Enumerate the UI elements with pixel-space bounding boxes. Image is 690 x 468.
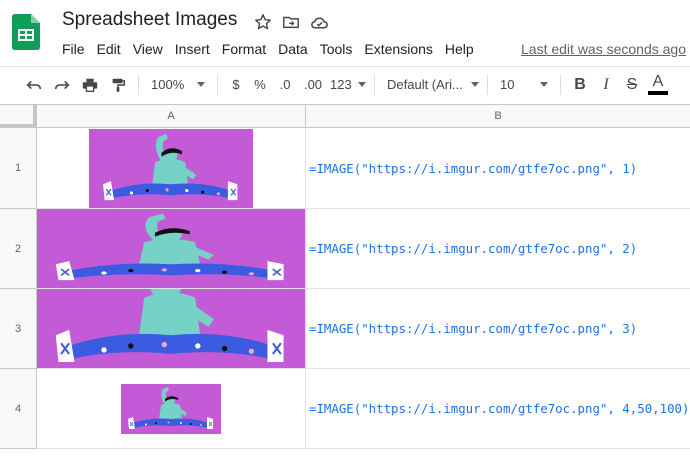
menu-insert[interactable]: Insert — [169, 39, 216, 59]
toolbar-separator — [217, 74, 218, 95]
cell-image — [121, 384, 221, 434]
select-all-corner[interactable] — [0, 105, 37, 128]
cell-formula: =IMAGE("https://i.imgur.com/gtfe7oc.png"… — [309, 321, 638, 336]
menu-file[interactable]: File — [56, 39, 91, 59]
zoom-value: 100% — [151, 77, 185, 92]
last-edit-link[interactable]: Last edit was seconds ago — [521, 41, 686, 57]
column-header-a[interactable]: A — [37, 105, 306, 128]
paint-format-icon[interactable] — [104, 71, 132, 99]
star-icon[interactable] — [252, 11, 274, 33]
currency-format-button[interactable]: $ — [224, 71, 248, 99]
font-size-value: 10 — [500, 77, 515, 92]
strikethrough-button[interactable]: S — [619, 71, 645, 99]
menu-format[interactable]: Format — [216, 39, 272, 59]
chevron-down-icon — [197, 82, 205, 87]
sheet-grid: A B 1 =IMAGE("https://i.imgur.com/gtfe7o… — [0, 104, 690, 468]
stretching-figure-illustration — [121, 384, 221, 434]
chevron-down-icon — [470, 82, 479, 87]
cell-a3[interactable] — [37, 289, 306, 369]
sheets-logo-icon[interactable] — [12, 14, 40, 50]
redo-icon[interactable] — [48, 71, 76, 99]
toolbar-separator — [487, 74, 488, 95]
row-header-2[interactable]: 2 — [0, 209, 37, 289]
cell-image — [89, 129, 253, 208]
menu-data[interactable]: Data — [272, 39, 314, 59]
cell-formula: =IMAGE("https://i.imgur.com/gtfe7oc.png"… — [309, 160, 638, 176]
cell-image — [37, 289, 305, 368]
more-formats-label: 123 — [330, 77, 352, 92]
more-formats-select[interactable]: 123 — [328, 71, 368, 99]
font-family-select[interactable]: Default (Ari... — [381, 71, 481, 99]
menu-extensions[interactable]: Extensions — [358, 39, 438, 59]
cell-a4[interactable] — [37, 369, 306, 449]
row-header-3[interactable]: 3 — [0, 289, 37, 369]
row-header-1[interactable]: 1 — [0, 128, 37, 209]
cloud-status-icon[interactable] — [308, 11, 330, 33]
undo-icon[interactable] — [20, 71, 48, 99]
font-family-value: Default (Ari... — [387, 77, 463, 92]
menu-tools[interactable]: Tools — [314, 39, 359, 59]
row-header-4[interactable]: 4 — [0, 369, 37, 449]
cell-b3[interactable]: =IMAGE("https://i.imgur.com/gtfe7oc.png"… — [306, 289, 690, 369]
cell-formula: =IMAGE("https://i.imgur.com/gtfe7oc.png"… — [309, 241, 638, 256]
cell-b1[interactable]: =IMAGE("https://i.imgur.com/gtfe7oc.png"… — [306, 128, 690, 209]
percent-format-button[interactable]: % — [248, 71, 272, 99]
text-color-button[interactable]: A — [645, 71, 671, 99]
menu-help[interactable]: Help — [439, 39, 480, 59]
menu-view[interactable]: View — [127, 39, 169, 59]
text-color-label: A — [652, 73, 664, 90]
stretching-figure-illustration — [37, 209, 305, 288]
print-icon[interactable] — [76, 71, 104, 99]
chevron-down-icon — [540, 82, 548, 87]
decrease-decimal-button[interactable]: .0 — [272, 71, 298, 99]
stretching-figure-illustration — [92, 129, 250, 208]
toolbar-separator — [374, 74, 375, 95]
stretching-figure-illustration — [37, 289, 305, 368]
menu-edit[interactable]: Edit — [91, 39, 127, 59]
increase-decimal-label: .00 — [303, 77, 323, 92]
decrease-decimal-label: .0 — [279, 77, 291, 92]
toolbar-separator — [138, 74, 139, 95]
toolbar-separator — [560, 74, 561, 95]
cell-b4[interactable]: =IMAGE("https://i.imgur.com/gtfe7oc.png"… — [306, 369, 690, 449]
font-size-select[interactable]: 10 — [494, 71, 554, 99]
column-header-b[interactable]: B — [306, 105, 690, 128]
zoom-select[interactable]: 100% — [145, 71, 211, 99]
toolbar: 100% $ % .0 .00 123 Default (Ari... 10 B… — [0, 66, 690, 102]
cell-b2[interactable]: =IMAGE("https://i.imgur.com/gtfe7oc.png"… — [306, 209, 690, 289]
move-to-folder-icon[interactable] — [280, 11, 302, 33]
chevron-down-icon — [358, 82, 366, 87]
cell-formula: =IMAGE("https://i.imgur.com/gtfe7oc.png"… — [309, 401, 690, 416]
bold-button[interactable]: B — [567, 71, 593, 99]
increase-decimal-button[interactable]: .00 — [298, 71, 328, 99]
cell-image — [37, 209, 305, 288]
document-title[interactable]: Spreadsheet Images — [62, 9, 237, 31]
cell-a1[interactable] — [37, 128, 306, 209]
text-color-swatch — [648, 91, 668, 95]
menu-bar: File Edit View Insert Format Data Tools … — [56, 39, 480, 59]
italic-button[interactable]: I — [593, 71, 619, 99]
cell-a2[interactable] — [37, 209, 306, 289]
